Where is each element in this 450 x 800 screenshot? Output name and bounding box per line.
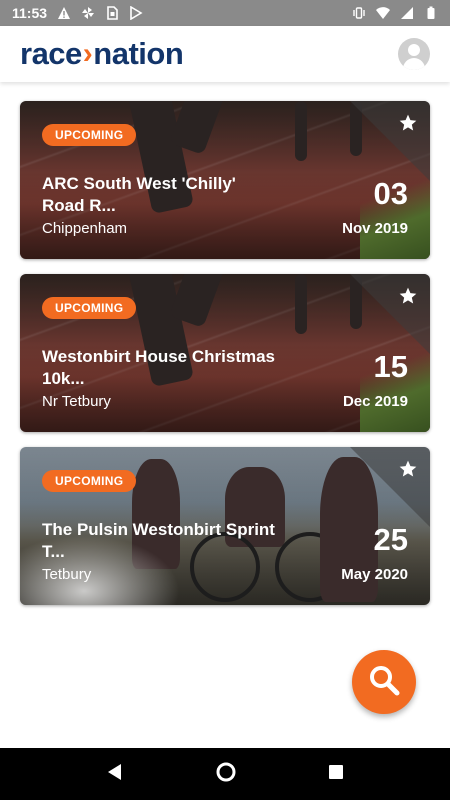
event-location: Chippenham xyxy=(42,220,128,237)
app-bar: race › nation xyxy=(0,26,450,82)
event-month-year: Nov 2019 xyxy=(342,220,408,237)
event-list: UPCOMING ARC South West 'Chilly' Road R.… xyxy=(20,101,430,620)
status-badge: UPCOMING xyxy=(42,124,137,146)
event-month-year: May 2020 xyxy=(341,566,408,583)
card-corner-fold xyxy=(350,101,430,181)
event-card[interactable]: UPCOMING Westonbirt House Christmas 10k.… xyxy=(20,274,430,432)
event-title: Westonbirt House Christmas 10k... xyxy=(42,347,276,388)
event-location: Nr Tetbury xyxy=(42,393,111,410)
home-icon[interactable] xyxy=(215,761,237,788)
recents-icon[interactable] xyxy=(327,763,345,786)
event-month-year: Dec 2019 xyxy=(342,393,408,410)
favorite-star-icon[interactable] xyxy=(398,286,418,306)
event-card[interactable]: UPCOMING ARC South West 'Chilly' Road R.… xyxy=(20,101,430,259)
event-card[interactable]: UPCOMING The Pulsin Westonbirt Sprint T.… xyxy=(20,447,430,605)
signal-icon xyxy=(400,6,414,20)
wifi-icon xyxy=(376,6,390,20)
status-time: 11:53 xyxy=(12,5,48,21)
pinwheel-icon xyxy=(81,6,95,20)
vibrate-icon xyxy=(352,6,366,20)
event-title: The Pulsin Westonbirt Sprint T... xyxy=(42,520,275,561)
event-day: 25 xyxy=(373,522,408,557)
warning-icon xyxy=(57,6,71,20)
status-bar: 11:53 xyxy=(0,0,450,26)
back-icon[interactable] xyxy=(105,762,125,787)
system-nav-bar xyxy=(0,748,450,800)
logo-text-race: race xyxy=(20,36,82,71)
event-title: ARC South West 'Chilly' Road R... xyxy=(42,174,236,215)
racenation-logo[interactable]: race › nation xyxy=(20,36,184,72)
card-corner-fold xyxy=(350,274,430,354)
logo-text-nation: nation xyxy=(93,36,184,71)
profile-avatar-icon[interactable] xyxy=(398,38,430,70)
event-day: 03 xyxy=(373,176,408,211)
status-badge: UPCOMING xyxy=(42,470,137,492)
sim-icon xyxy=(105,6,119,20)
card-corner-fold xyxy=(350,447,430,527)
play-store-icon xyxy=(129,6,143,20)
status-badge: UPCOMING xyxy=(42,297,137,319)
event-location: Tetbury xyxy=(42,566,92,583)
event-day: 15 xyxy=(373,349,408,384)
battery-icon xyxy=(424,6,438,20)
favorite-star-icon[interactable] xyxy=(398,459,418,479)
logo-chevron: › xyxy=(82,37,93,70)
search-icon xyxy=(367,663,401,702)
favorite-star-icon[interactable] xyxy=(398,113,418,133)
search-fab-button[interactable] xyxy=(352,650,416,714)
